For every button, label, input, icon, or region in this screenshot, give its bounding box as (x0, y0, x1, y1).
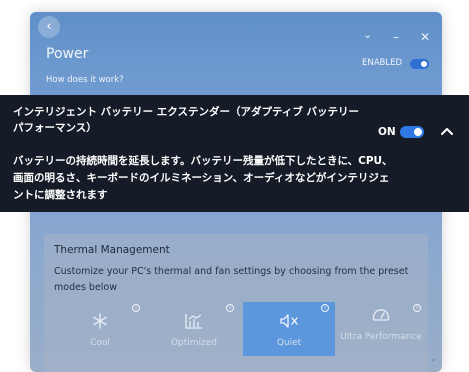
minimize-icon[interactable]: – (393, 30, 399, 44)
mode-ultra-performance-button[interactable]: i Ultra Performance (335, 302, 427, 356)
thermal-title: Thermal Management (54, 244, 170, 256)
mode-cool-button[interactable]: i Cool (54, 302, 146, 356)
mode-quiet-button[interactable]: i Quiet (243, 302, 335, 356)
close-icon[interactable]: ✕ (420, 30, 430, 44)
mode-optimized-button[interactable]: i Optimized (148, 302, 240, 356)
enabled-toggle[interactable] (410, 59, 429, 69)
mode-quiet-label: Quiet (276, 338, 302, 348)
back-button[interactable]: ‹ (38, 16, 60, 38)
mode-ultra-performance-label: Ultra Performance (340, 332, 422, 342)
mode-optimized-label: Optimized (170, 338, 218, 348)
battery-extender-description: バッテリーの持続時間を延長します。バッテリー残量が低下したときに、CPU、画面の… (13, 155, 393, 201)
info-icon[interactable]: i (321, 304, 329, 312)
info-icon[interactable]: i (132, 304, 140, 312)
snowflake-icon (93, 313, 107, 329)
scroll-down-icon[interactable]: ⌄ (430, 354, 437, 363)
chevron-up-icon[interactable] (438, 122, 456, 140)
page-title: Power (46, 46, 89, 62)
battery-extender-title: インテリジェント バッテリー エクステンダー（アダプティブ バッテリー パフォー… (13, 106, 360, 134)
thermal-management-card: Thermal Management Customize your PC's t… (44, 234, 428, 372)
speaker-mute-icon (280, 314, 298, 328)
chevron-down-icon[interactable]: ⌄ (363, 28, 372, 41)
battery-extender-state-label: ON (378, 126, 396, 138)
how-does-it-work-link[interactable]: How does it work? (46, 75, 124, 85)
info-icon[interactable]: i (226, 304, 234, 312)
battery-extender-panel: インテリジェント バッテリー エクステンダー（アダプティブ バッテリー パフォー… (0, 95, 469, 212)
thermal-description: Customize your PC's thermal and fan sett… (54, 266, 409, 293)
battery-extender-toggle[interactable] (400, 126, 424, 138)
mode-cool-label: Cool (90, 338, 110, 348)
chart-icon (185, 314, 202, 329)
speedometer-icon (372, 309, 390, 321)
enabled-label: ENABLED (362, 58, 403, 68)
